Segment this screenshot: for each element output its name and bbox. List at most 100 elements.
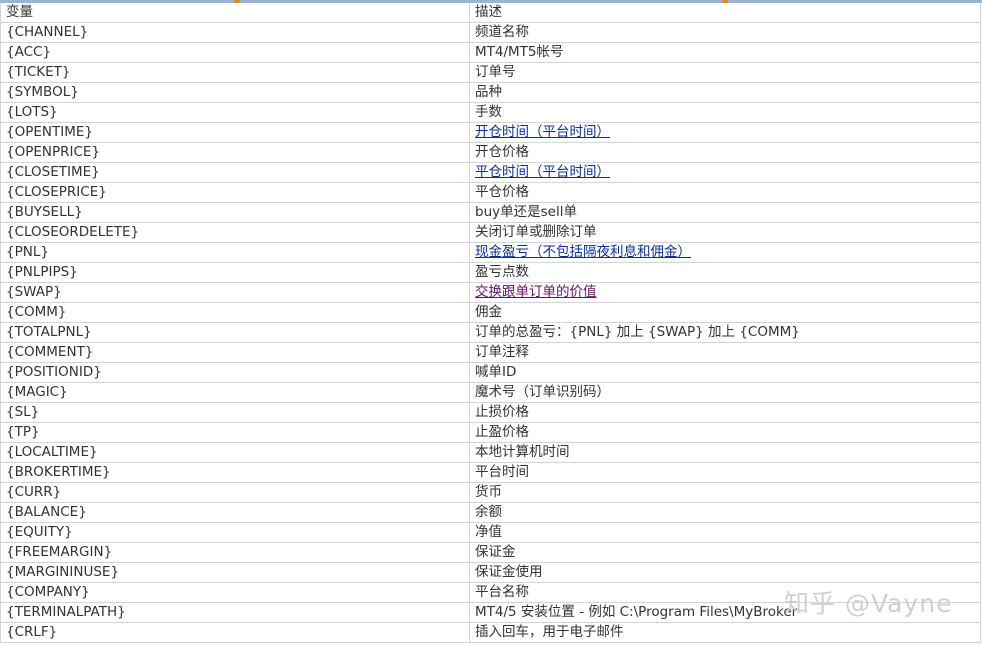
description-text: 喊单ID (475, 364, 517, 380)
table-row: {BUYSELL} buy单还是sell单 (0, 202, 981, 223)
variable-cell[interactable]: {PNL} (0, 242, 470, 263)
description-cell[interactable]: 手数 (469, 102, 981, 123)
variable-cell[interactable]: {BROKERTIME} (0, 462, 470, 483)
variable-cell[interactable]: {MAGIC} (0, 382, 470, 403)
table-row: {CRLF} 插入回车，用于电子邮件 (0, 622, 981, 643)
variable-cell[interactable]: {LOTS} (0, 102, 470, 123)
description-link[interactable]: 平仓时间（平台时间） (475, 164, 610, 180)
table-row: {CURR} 货币 (0, 482, 981, 503)
description-text: MT4/MT5帐号 (475, 44, 564, 60)
description-cell[interactable]: 订单注释 (469, 342, 981, 363)
table-body: 变量 描述 {CHANNEL} 频道名称 {ACC} MT4/MT5帐号 {TICKET… (0, 3, 981, 643)
description-cell[interactable]: 平台时间 (469, 462, 981, 483)
description-text: 关闭订单或删除订单 (475, 224, 597, 240)
variable-cell[interactable]: {CLOSEORDELETE} (0, 222, 470, 243)
variable-cell[interactable]: {SL} (0, 402, 470, 423)
variable-cell[interactable]: {CLOSETIME} (0, 162, 470, 183)
variable-cell[interactable]: {BALANCE} (0, 502, 470, 523)
description-cell[interactable]: 品种 (469, 82, 981, 103)
variable-cell[interactable]: {SWAP} (0, 282, 470, 303)
description-link[interactable]: 开仓时间（平台时间） (475, 124, 610, 140)
variable-cell[interactable]: {MARGININUSE} (0, 562, 470, 583)
description-text: 止损价格 (475, 404, 529, 420)
table-row: {TOTALPNL} 订单的总盈亏：{PNL} 加上 {SWAP} 加上 {COM… (0, 322, 981, 343)
table-row: {CHANNEL} 频道名称 (0, 22, 981, 43)
description-cell[interactable]: 现金盈亏（不包括隔夜利息和佣金） (469, 242, 981, 263)
table-row: {TP} 止盈价格 (0, 422, 981, 443)
table-row: {BALANCE} 余额 (0, 502, 981, 523)
description-cell[interactable]: 佣金 (469, 302, 981, 323)
description-text: 平台时间 (475, 464, 529, 480)
table-row: {CLOSEORDELETE} 关闭订单或删除订单 (0, 222, 981, 243)
description-text: 本地计算机时间 (475, 444, 570, 460)
table-row: {MARGININUSE} 保证金使用 (0, 562, 981, 583)
description-cell[interactable]: 订单的总盈亏：{PNL} 加上 {SWAP} 加上 {COMM} (469, 322, 981, 343)
description-cell[interactable]: buy单还是sell单 (469, 202, 981, 223)
table-row: {EQUITY} 净值 (0, 522, 981, 543)
description-text: 保证金使用 (475, 564, 543, 580)
variable-cell[interactable]: {CURR} (0, 482, 470, 503)
table-row: {TICKET} 订单号 (0, 62, 981, 83)
description-cell[interactable]: 保证金 (469, 542, 981, 563)
variable-cell[interactable]: {CLOSEPRICE} (0, 182, 470, 203)
description-cell[interactable]: 盈亏点数 (469, 262, 981, 283)
variable-cell[interactable]: {LOCALTIME} (0, 442, 470, 463)
description-cell[interactable]: 止盈价格 (469, 422, 981, 443)
description-cell[interactable]: 开仓时间（平台时间） (469, 122, 981, 143)
description-cell[interactable]: 魔术号（订单识别码） (469, 382, 981, 403)
variable-cell[interactable]: {COMPANY} (0, 582, 470, 603)
table-row: {PNLPIPS} 盈亏点数 (0, 262, 981, 283)
variable-cell[interactable]: {OPENPRICE} (0, 142, 470, 163)
description-cell[interactable]: 货币 (469, 482, 981, 503)
table-row: {SWAP} 交换跟单订单的价值 (0, 282, 981, 303)
variable-cell[interactable]: {COMM} (0, 302, 470, 323)
description-cell[interactable]: 开仓价格 (469, 142, 981, 163)
header-variable-cell[interactable]: 变量 (0, 3, 470, 23)
variable-cell[interactable]: {OPENTIME} (0, 122, 470, 143)
description-text: 订单号 (475, 64, 516, 80)
description-cell[interactable]: 保证金使用 (469, 562, 981, 583)
variable-cell[interactable]: {TP} (0, 422, 470, 443)
table-row: {OPENPRICE} 开仓价格 (0, 142, 981, 163)
description-text: MT4/5 安装位置 - 例如 C:\Program Files\MyBroke… (475, 604, 798, 620)
variable-cell[interactable]: {EQUITY} (0, 522, 470, 543)
description-cell[interactable]: 平仓价格 (469, 182, 981, 203)
table-row: {POSITIONID} 喊单ID (0, 362, 981, 383)
description-text: 平仓价格 (475, 184, 529, 200)
description-cell[interactable]: 订单号 (469, 62, 981, 83)
description-cell[interactable]: 余额 (469, 502, 981, 523)
header-description-cell[interactable]: 描述 (469, 3, 981, 23)
variable-cell[interactable]: {ACC} (0, 42, 470, 63)
description-cell[interactable]: 本地计算机时间 (469, 442, 981, 463)
variable-cell[interactable]: {CRLF} (0, 622, 470, 643)
table-row: {BROKERTIME} 平台时间 (0, 462, 981, 483)
description-cell[interactable]: 频道名称 (469, 22, 981, 43)
variable-cell[interactable]: {PNLPIPS} (0, 262, 470, 283)
variable-cell[interactable]: {SYMBOL} (0, 82, 470, 103)
description-text: 平台名称 (475, 584, 529, 600)
description-cell[interactable]: 插入回车，用于电子邮件 (469, 622, 981, 643)
description-text: 手数 (475, 104, 502, 120)
description-cell[interactable]: 交换跟单订单的价值 (469, 282, 981, 303)
description-cell[interactable]: 平仓时间（平台时间） (469, 162, 981, 183)
description-cell[interactable]: MT4/MT5帐号 (469, 42, 981, 63)
table-row: {COMM} 佣金 (0, 302, 981, 323)
description-cell[interactable]: 净值 (469, 522, 981, 543)
variable-cell[interactable]: {TICKET} (0, 62, 470, 83)
description-cell[interactable]: 喊单ID (469, 362, 981, 383)
description-cell[interactable]: 止损价格 (469, 402, 981, 423)
description-link[interactable]: 交换跟单订单的价值 (475, 284, 597, 300)
table-row: {CLOSEPRICE} 平仓价格 (0, 182, 981, 203)
description-text: 魔术号（订单识别码） (475, 384, 610, 400)
table-row: {CLOSETIME} 平仓时间（平台时间） (0, 162, 981, 183)
variable-cell[interactable]: {POSITIONID} (0, 362, 470, 383)
table-row: {COMMENT} 订单注释 (0, 342, 981, 363)
description-link[interactable]: 现金盈亏（不包括隔夜利息和佣金） (475, 244, 691, 260)
variable-cell[interactable]: {COMMENT} (0, 342, 470, 363)
description-cell[interactable]: 关闭订单或删除订单 (469, 222, 981, 243)
variable-cell[interactable]: {FREEMARGIN} (0, 542, 470, 563)
variable-cell[interactable]: {CHANNEL} (0, 22, 470, 43)
variable-cell[interactable]: {TERMINALPATH} (0, 602, 470, 623)
variable-cell[interactable]: {TOTALPNL} (0, 322, 470, 343)
variable-cell[interactable]: {BUYSELL} (0, 202, 470, 223)
